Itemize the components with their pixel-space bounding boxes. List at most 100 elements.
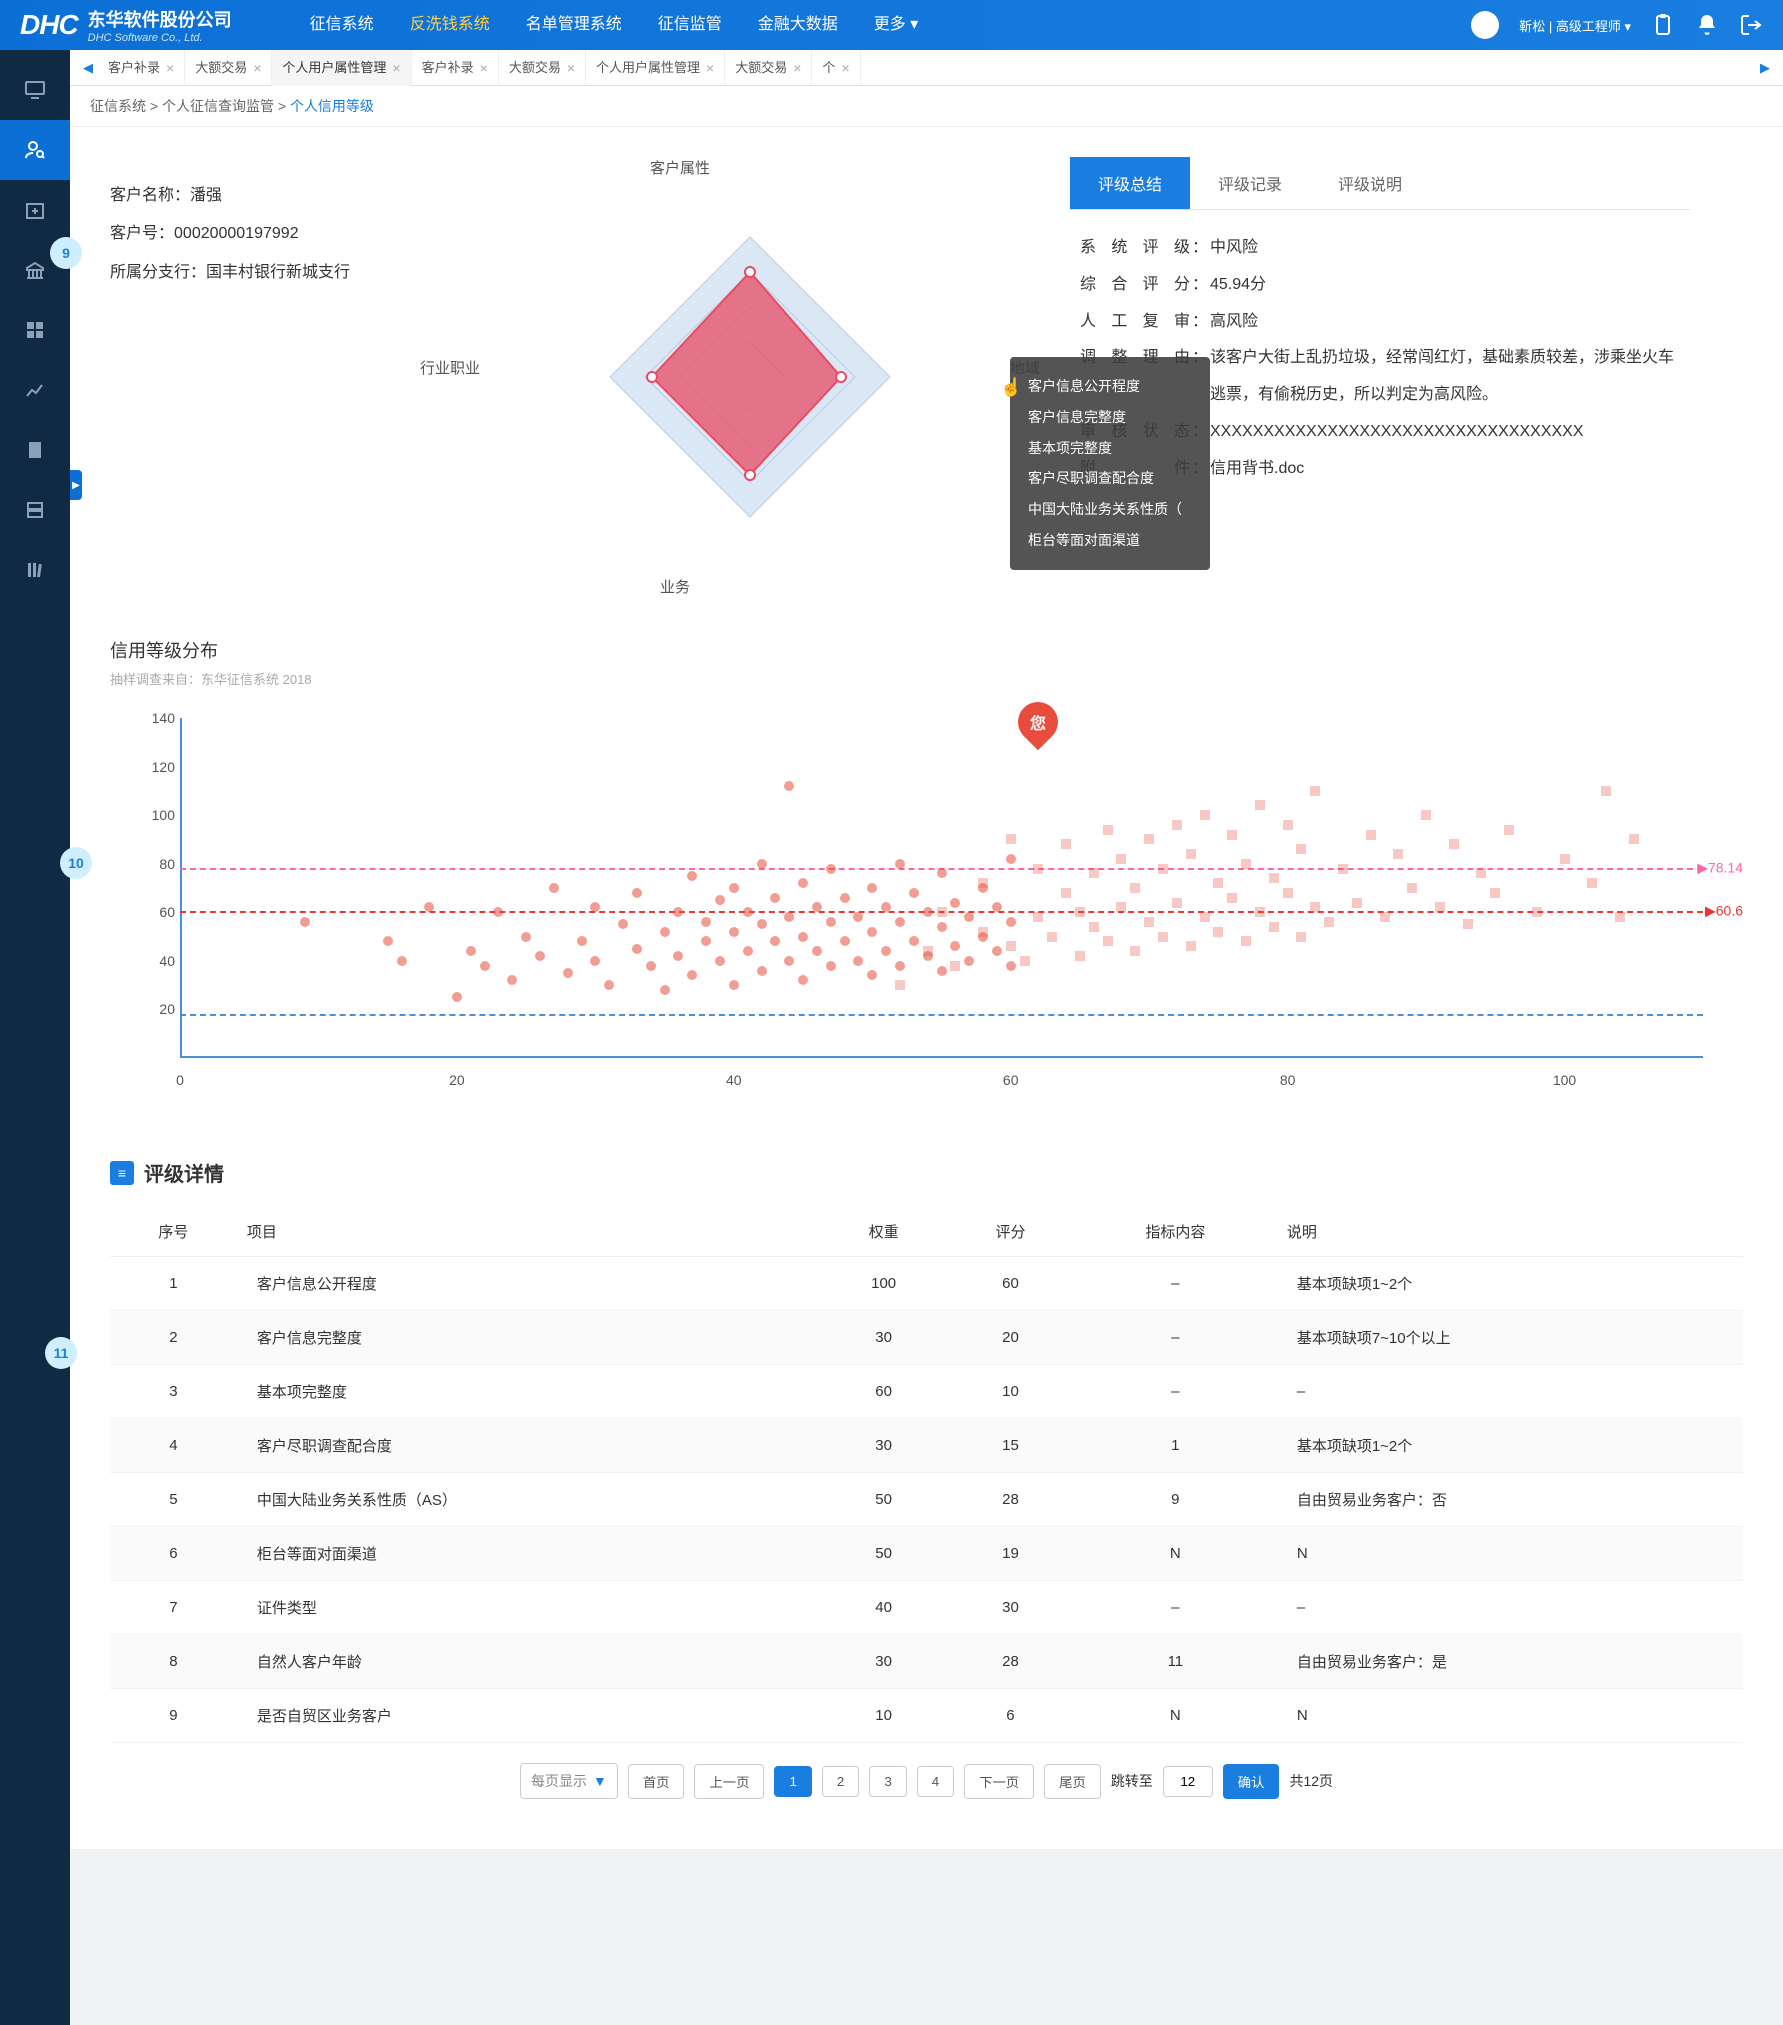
customer-name: 潘强 — [190, 187, 222, 204]
rating-tab-history[interactable]: 评级记录 — [1190, 157, 1310, 209]
tab-item[interactable]: 个人用户属性管理× — [272, 50, 411, 86]
manual-value: 高风险 — [1210, 304, 1680, 341]
tab-item[interactable]: 客户补录× — [412, 50, 499, 86]
scatter-chart: 20406080100120140020406080100▶78.14▶60.6… — [110, 698, 1743, 1118]
reason-value: 该客户大街上乱扔垃圾，经常闯红灯，基础素质较差，涉乘坐火车逃票，有偷税历史，所以… — [1210, 340, 1680, 414]
sidebar-archive[interactable] — [0, 180, 70, 240]
tab-item[interactable]: 大额交易× — [725, 50, 812, 86]
jump-label: 跳转至 — [1111, 1771, 1153, 1791]
table-row[interactable]: 4客户尽职调查配合度30151基本项缺项1~2个 — [110, 1419, 1743, 1473]
books-icon — [23, 558, 47, 582]
audit-value: XXXXXXXXXXXXXXXXXXXXXXXXXXXXXXXXXXX — [1210, 414, 1680, 451]
nav-aml[interactable]: 反洗钱系统 — [392, 0, 508, 50]
sidebar-customer[interactable] — [0, 120, 70, 180]
table-row[interactable]: 1客户信息公开程度10060–基本项缺项1~2个 — [110, 1257, 1743, 1311]
tab-item[interactable]: 大额交易× — [499, 50, 586, 86]
tab-item[interactable]: 个× — [812, 50, 860, 86]
sidebar-cabinet[interactable] — [0, 480, 70, 540]
bell-icon[interactable] — [1695, 13, 1719, 37]
brand-name-cn: 东华软件股份公司 — [88, 6, 232, 32]
tab-item[interactable]: 个人用户属性管理× — [586, 50, 725, 86]
customer-id-label: 客户号： — [110, 225, 174, 242]
cabinet-icon — [23, 498, 47, 522]
user-label[interactable]: 靳松 | 高级工程师 ▾ — [1519, 16, 1631, 35]
annotation-10: 10 — [60, 847, 92, 879]
page-last[interactable]: 尾页 — [1044, 1764, 1101, 1799]
total-pages: 共12页 — [1289, 1771, 1333, 1791]
nav-credit[interactable]: 征信系统 — [292, 0, 392, 50]
avatar-icon[interactable] — [1471, 11, 1499, 39]
customer-branch-label: 所属分支行： — [110, 264, 206, 281]
sidebar-book[interactable] — [0, 420, 70, 480]
nav-supervision[interactable]: 征信监管 — [640, 0, 740, 50]
tab-close-icon[interactable]: × — [567, 50, 575, 86]
breadcrumb-2[interactable]: 个人征信查询监管 — [162, 98, 274, 114]
tab-close-icon[interactable]: × — [480, 50, 488, 86]
detail-header: ≡ 评级详情 — [110, 1158, 1743, 1187]
table-row[interactable]: 6柜台等面对面渠道5019NN — [110, 1527, 1743, 1581]
table-row[interactable]: 9是否自贸区业务客户106NN — [110, 1689, 1743, 1743]
clipboard-icon[interactable] — [1651, 13, 1675, 37]
score-value: 45.94分 — [1210, 267, 1680, 304]
rating-tabs: 评级总结 评级记录 评级说明 — [1070, 157, 1690, 210]
scatter-subtitle: 抽样调查来自：东华征信系统 2018 — [110, 669, 1743, 688]
tabs-scroll-right[interactable]: ▶ — [1755, 60, 1775, 76]
table-row[interactable]: 8自然人客户年龄302811自由贸易业务客户：是 — [110, 1635, 1743, 1689]
page-3[interactable]: 3 — [869, 1766, 906, 1797]
sidebar: ▶ — [0, 50, 70, 2025]
per-page-select[interactable]: 每页显示 ▼ — [520, 1763, 618, 1799]
tab-item[interactable]: 客户补录× — [98, 50, 185, 86]
bank-icon — [23, 258, 47, 282]
logout-icon[interactable] — [1739, 13, 1763, 37]
table-row[interactable]: 5中国大陆业务关系性质（AS）50289自由贸易业务客户：否 — [110, 1473, 1743, 1527]
detail-table: 序号项目权重评分指标内容说明 1客户信息公开程度10060–基本项缺项1~2个2… — [110, 1207, 1743, 1743]
page-2[interactable]: 2 — [822, 1766, 859, 1797]
tab-close-icon[interactable]: × — [841, 50, 849, 86]
box-plus-icon — [23, 198, 47, 222]
tab-close-icon[interactable]: × — [793, 50, 801, 86]
tabs-scroll-left[interactable]: ◀ — [78, 60, 98, 76]
user-search-icon — [23, 138, 47, 162]
page-prev[interactable]: 上一页 — [694, 1764, 764, 1799]
score-label: 综合评分 — [1080, 267, 1190, 304]
sidebar-dashboard[interactable] — [0, 60, 70, 120]
table-row[interactable]: 3基本项完整度6010–– — [110, 1365, 1743, 1419]
sys-rating-label: 系统评级 — [1080, 230, 1190, 267]
radar-axis-bottom: 业务 — [660, 576, 690, 597]
jump-input[interactable] — [1163, 1766, 1213, 1797]
detail-title: 评级详情 — [144, 1158, 224, 1187]
customer-id: 00020000197992 — [174, 225, 299, 242]
breadcrumb-1[interactable]: 征信系统 — [90, 98, 146, 114]
breadcrumb: 征信系统 > 个人征信查询监管 > 个人信用等级 — [70, 86, 1783, 127]
table-row[interactable]: 2客户信息完整度3020–基本项缺项7~10个以上 — [110, 1311, 1743, 1365]
detail-icon: ≡ — [110, 1161, 134, 1185]
rating-tab-summary[interactable]: 评级总结 — [1070, 157, 1190, 209]
nav-more[interactable]: 更多 ▾ — [856, 0, 937, 50]
nav-list-mgmt[interactable]: 名单管理系统 — [508, 0, 640, 50]
sidebar-library[interactable] — [0, 540, 70, 600]
customer-name-label: 客户名称： — [110, 187, 190, 204]
tab-item[interactable]: 大额交易× — [185, 50, 272, 86]
tab-close-icon[interactable]: × — [253, 50, 261, 86]
sidebar-grid[interactable] — [0, 300, 70, 360]
book-icon — [23, 438, 47, 462]
page-1[interactable]: 1 — [774, 1766, 811, 1797]
tab-close-icon[interactable]: × — [166, 50, 174, 86]
page-next[interactable]: 下一页 — [964, 1764, 1034, 1799]
page-first[interactable]: 首页 — [628, 1764, 685, 1799]
you-marker: 您 — [1018, 702, 1058, 752]
monitor-icon — [23, 78, 47, 102]
table-row[interactable]: 7证件类型4030–– — [110, 1581, 1743, 1635]
tab-close-icon[interactable]: × — [392, 50, 400, 86]
manual-label: 人工复审 — [1080, 304, 1190, 341]
tab-close-icon[interactable]: × — [706, 50, 714, 86]
radar-chart: 客户属性 地域 业务 行业职业 ☝ 客户信息公开程度客户信息完整度基本项完整度客… — [470, 157, 1030, 607]
attach-value[interactable]: 信用背书.doc — [1210, 451, 1680, 488]
sidebar-chart[interactable] — [0, 360, 70, 420]
nav-bigdata[interactable]: 金融大数据 — [740, 0, 856, 50]
rating-tab-desc[interactable]: 评级说明 — [1310, 157, 1430, 209]
brand-mark: DHC — [20, 9, 78, 41]
jump-confirm[interactable]: 确认 — [1223, 1764, 1280, 1799]
sidebar-expand-toggle[interactable]: ▶ — [70, 470, 82, 500]
page-4[interactable]: 4 — [917, 1766, 954, 1797]
